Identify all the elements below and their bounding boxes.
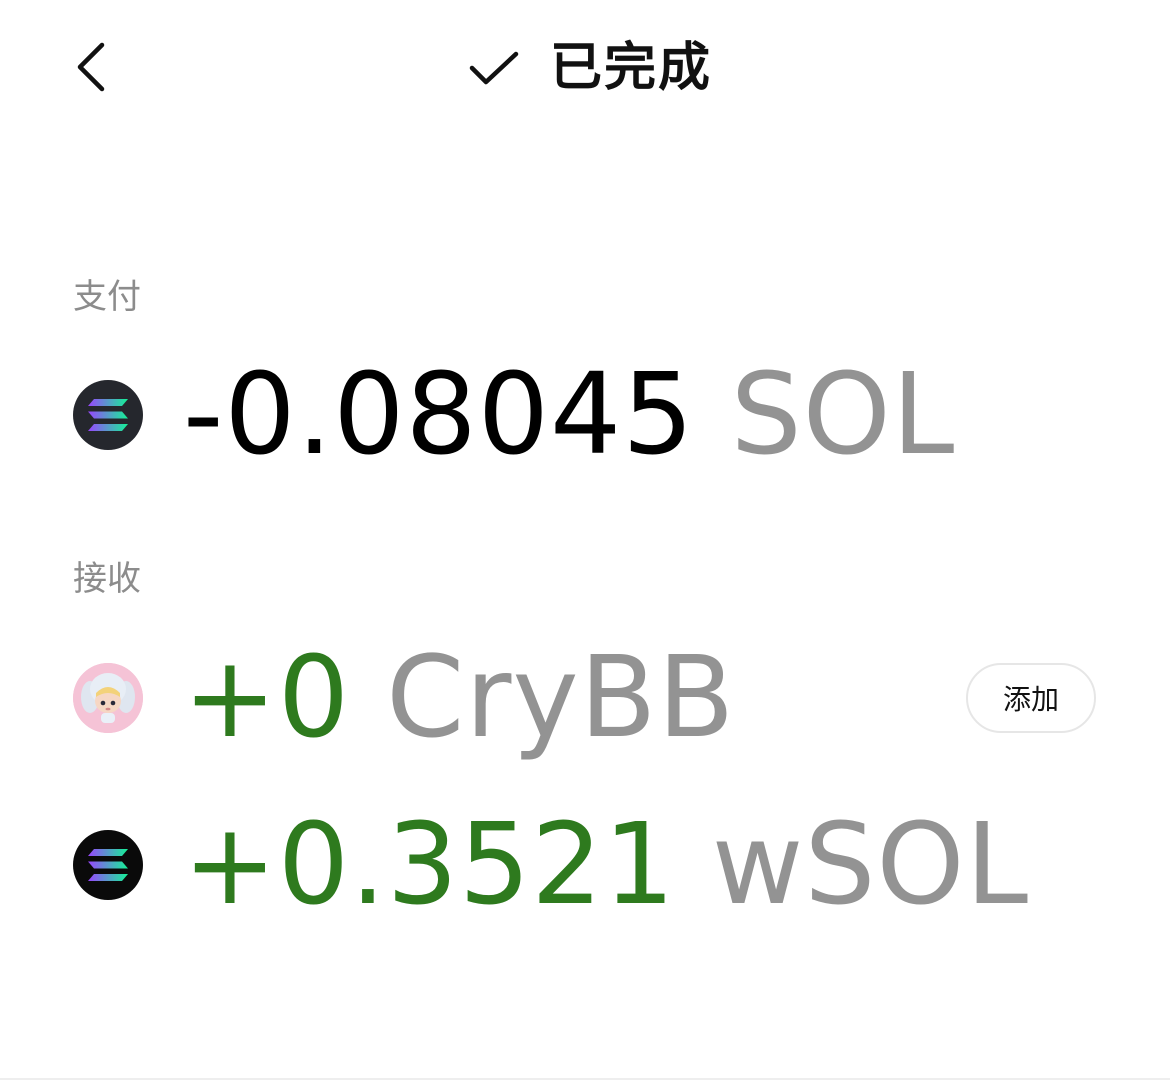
pay-label: 支付 <box>73 277 141 317</box>
status-text: 已完成 <box>550 38 713 98</box>
solana-icon <box>73 830 143 900</box>
checkmark-icon <box>468 42 520 94</box>
receive-amount: +0 <box>183 633 351 763</box>
solana-icon <box>73 380 143 450</box>
receive-token-row: +0 CryBB <box>73 638 735 758</box>
pay-token-row: -0.08045 SOL <box>73 355 955 475</box>
pay-symbol: SOL <box>730 350 956 480</box>
transaction-status: 已完成 <box>468 28 712 108</box>
receive-label: 接收 <box>73 559 141 599</box>
chevron-left-icon <box>77 42 105 92</box>
receive-symbol: CryBB <box>386 633 736 763</box>
crybb-avatar-icon <box>73 663 143 733</box>
receive-symbol: wSOL <box>711 800 1029 930</box>
add-token-button[interactable]: 添加 <box>966 663 1096 733</box>
divider <box>0 1078 1170 1080</box>
receive-token-row: +0.3521 wSOL <box>73 805 1029 925</box>
receive-amount: +0.3521 <box>183 800 676 930</box>
pay-amount: -0.08045 <box>183 350 695 480</box>
back-button[interactable] <box>60 32 124 102</box>
